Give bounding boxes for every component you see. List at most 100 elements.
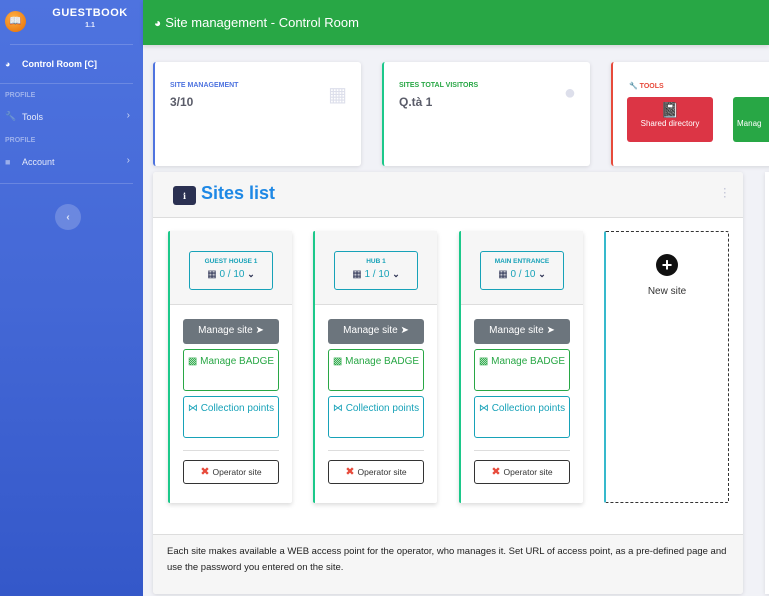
manage-badge-button[interactable]: ▩ Manage BADGE [183, 349, 279, 391]
site-count: ▦ 1 / 10 ⌄ [335, 269, 417, 280]
sidebar-item-label: Control Room [C] [22, 59, 97, 69]
tachometer-icon: ◕ [5, 59, 11, 69]
page-title: Site management - Control Room [165, 15, 359, 30]
wrench-icon: 🔧 [629, 83, 640, 90]
stat-card-total-visitors: SITES TOTAL VISITORS Q.tà 1 ● [382, 62, 590, 166]
sidebar-item-label: Account [22, 156, 55, 167]
book-logo-icon: 📖 [5, 11, 26, 32]
button-label: Manage BADGE [345, 356, 420, 367]
button-label: Manag [737, 119, 762, 128]
panel-title: Sites list [201, 183, 276, 203]
manage-tool-button[interactable]: 📓 Manag [733, 97, 769, 142]
sidebar-toggle-button[interactable]: ‹ [55, 204, 81, 230]
chevron-down-icon: ⌄ [247, 269, 255, 279]
button-label: Collection points [200, 403, 275, 414]
kebab-menu-icon[interactable]: · · · [723, 185, 727, 203]
site-selector[interactable]: MAIN ENTRANCE ▦ 0 / 10 ⌄ [480, 251, 564, 290]
new-site-card[interactable]: + New site [604, 231, 729, 503]
brand-version: 1.1 [85, 22, 95, 29]
manage-badge-button[interactable]: ▩ Manage BADGE [328, 349, 424, 391]
site-name: GUEST HOUSE 1 [204, 258, 258, 265]
arrow-circle-right-icon: ➤ [546, 325, 555, 336]
site-name: MAIN ENTRANCE [494, 258, 550, 265]
user-icon: ● [563, 82, 576, 104]
tachometer-icon: ◕ [154, 15, 162, 30]
divider [183, 450, 279, 451]
map-icon: ✖ [345, 466, 355, 478]
building-icon: ▦ [207, 269, 217, 280]
site-count: ▦ 0 / 10 ⌄ [190, 269, 272, 280]
button-label: Shared directory [640, 119, 700, 128]
button-label: Manage BADGE [200, 356, 275, 367]
id-card-icon: ▩ [478, 356, 492, 367]
site-count-value: 0 / 10 [219, 269, 245, 280]
operator-site-button[interactable]: ✖ Operator site [474, 460, 570, 484]
section-heading: PROFILE [5, 92, 36, 99]
button-label: Manage site [343, 325, 398, 336]
site-card-header: GUEST HOUSE 1 ▦ 0 / 10 ⌄ [170, 231, 292, 305]
site-name: HUB 1 [366, 258, 386, 265]
manage-site-button[interactable]: Manage site ➤ [474, 319, 570, 344]
footer-text: Each site makes available a WEB access p… [167, 546, 727, 573]
site-card: HUB 1 ▦ 1 / 10 ⌄ Manage site ➤ ▩ Manage … [313, 231, 437, 503]
id-card-icon: ▩ [187, 356, 201, 367]
wrench-icon: 🔧 [5, 111, 17, 121]
adjacent-panel [765, 172, 769, 594]
site-card-header: HUB 1 ▦ 1 / 10 ⌄ [315, 231, 437, 305]
sidebar-item-account[interactable]: ■ Account › [0, 149, 133, 174]
button-label: Operator site [212, 467, 262, 477]
site-card: GUEST HOUSE 1 ▦ 0 / 10 ⌄ Manage site ➤ ▩… [168, 231, 292, 503]
address-book-icon: 📓 [660, 102, 680, 119]
stat-label: SITE MANAGEMENT [170, 82, 239, 89]
divider [328, 450, 424, 451]
site-count: ▦ 0 / 10 ⌄ [481, 269, 563, 280]
site-selector[interactable]: HUB 1 ▦ 1 / 10 ⌄ [334, 251, 418, 290]
folder-icon: ■ [5, 156, 11, 167]
sidebar-item-control-room[interactable]: ◕ Control Room [C] [0, 45, 133, 84]
manage-site-button[interactable]: Manage site ➤ [328, 319, 424, 344]
compress-icon: ⋈ [478, 403, 492, 414]
tools-label-text: TOOLS [639, 83, 664, 90]
new-site-label: New site [647, 286, 687, 297]
site-count-value: 0 / 10 [510, 269, 536, 280]
operator-site-button[interactable]: ✖ Operator site [183, 460, 279, 484]
stat-label: SITES TOTAL VISITORS [399, 82, 479, 89]
manage-badge-button[interactable]: ▩ Manage BADGE [474, 349, 570, 391]
site-card: MAIN ENTRANCE ▦ 0 / 10 ⌄ Manage site ➤ ▩… [459, 231, 583, 503]
divider [474, 450, 570, 451]
stat-value: Q.tà 1 [399, 95, 433, 109]
building-icon: ▦ [328, 84, 347, 106]
site-card-header: MAIN ENTRANCE ▦ 0 / 10 ⌄ [461, 231, 583, 305]
sidebar-item-tools[interactable]: 🔧 Tools › [0, 104, 133, 129]
stat-value: 3/10 [170, 95, 194, 109]
brand[interactable]: 📖 GUESTBOOK 1.1 [5, 0, 133, 45]
building-icon: ▦ [498, 269, 508, 280]
compress-icon: ⋈ [187, 403, 201, 414]
shared-directory-button[interactable]: 📓 Shared directory [627, 97, 713, 142]
map-icon: ✖ [491, 466, 501, 478]
button-label: Manage BADGE [491, 356, 566, 367]
stat-card-site-management: SITE MANAGEMENT 3/10 ▦ [153, 62, 361, 166]
chevron-down-icon: ⌄ [538, 269, 546, 279]
site-selector[interactable]: GUEST HOUSE 1 ▦ 0 / 10 ⌄ [189, 251, 273, 290]
id-card-icon: ▩ [332, 356, 346, 367]
collection-points-button[interactable]: ⋈ Collection points [328, 396, 424, 438]
panel-header: i Sites list · · · [153, 172, 743, 218]
chevron-right-icon: › [126, 155, 130, 166]
button-label: Collection points [345, 403, 420, 414]
button-label: Manage site [489, 325, 544, 336]
compress-icon: ⋈ [332, 403, 346, 414]
button-label: Collection points [491, 403, 566, 414]
collection-points-button[interactable]: ⋈ Collection points [474, 396, 570, 438]
map-icon: ✖ [200, 466, 210, 478]
collection-points-button[interactable]: ⋈ Collection points [183, 396, 279, 438]
button-label: Operator site [357, 467, 407, 477]
address-book-icon: 📓 [733, 102, 769, 119]
manage-site-button[interactable]: Manage site ➤ [183, 319, 279, 344]
divider [0, 183, 133, 184]
operator-site-button[interactable]: ✖ Operator site [328, 460, 424, 484]
sidebar: 📖 GUESTBOOK 1.1 ◕ Control Room [C] PROFI… [0, 0, 143, 596]
arrow-circle-right-icon: ➤ [400, 325, 409, 336]
topbar: ◕ Site management - Control Room [143, 0, 769, 45]
chevron-right-icon: › [126, 110, 130, 121]
